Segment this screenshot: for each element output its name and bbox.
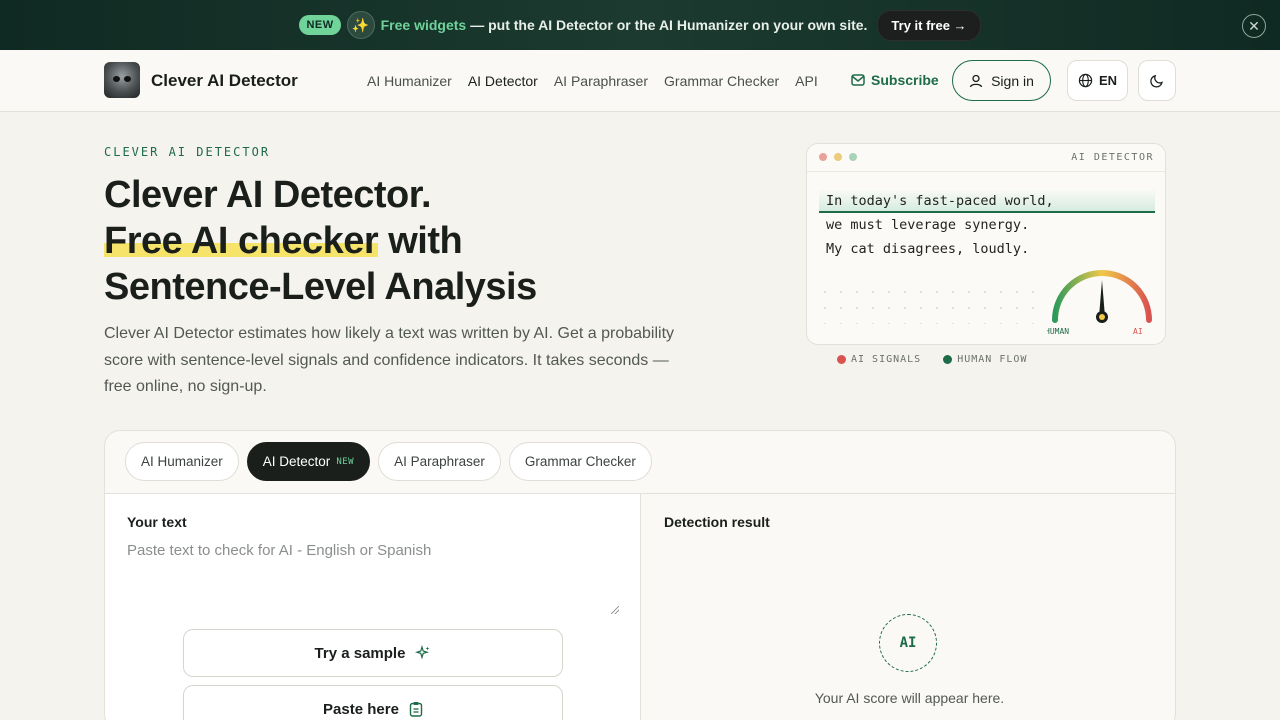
sign-in-label: Sign in [991, 72, 1034, 89]
dotted-background [817, 284, 1047, 324]
nav-link-ai-detector[interactable]: AI Detector [468, 73, 538, 89]
top-nav: Clever AI Detector AI Humanizer AI Detec… [0, 50, 1280, 112]
resize-handle-icon[interactable] [611, 606, 619, 614]
nav-links: AI Humanizer AI Detector AI Paraphraser … [367, 73, 818, 89]
legend-human-flow: HUMAN FLOW [943, 354, 1027, 365]
announcement-highlight[interactable]: Free widgets [381, 17, 467, 33]
gauge-label-human: HUMAN [1047, 327, 1069, 336]
sign-in-button[interactable]: Sign in [952, 60, 1051, 101]
legend-swatch-human [943, 355, 953, 364]
result-column: Detection result AI Your AI score will a… [642, 494, 1175, 720]
subscribe-label: Subscribe [871, 72, 939, 88]
window-dot-red [819, 153, 827, 161]
theme-toggle[interactable] [1138, 60, 1176, 101]
try-sample-label: Try a sample [314, 644, 406, 662]
ai-score-placeholder-icon: AI [879, 614, 937, 672]
demo-line-flagged: In today's fast-paced world, [819, 189, 1155, 213]
nav-link-api[interactable]: API [795, 73, 818, 89]
tool-panel: AI Humanizer AI Detector NEW AI Paraphra… [104, 430, 1176, 720]
subscribe-link[interactable]: Subscribe [851, 72, 939, 88]
new-badge: NEW [336, 456, 355, 467]
globe-icon [1078, 73, 1093, 88]
announcement-message: — put the AI Detector or the AI Humanize… [470, 17, 868, 33]
tab-ai-detector-label: AI Detector [262, 454, 331, 469]
tool-tabs: AI Humanizer AI Detector NEW AI Paraphra… [125, 442, 652, 481]
mail-icon [851, 74, 865, 86]
nav-link-ai-paraphraser[interactable]: AI Paraphraser [554, 73, 648, 89]
announcement-bar: NEW ✨ Free widgets — put the AI Detector… [0, 0, 1280, 50]
legend-label-ai: AI SIGNALS [851, 354, 922, 365]
hero-title-line3: Sentence-Level Analysis [104, 266, 537, 308]
text-input[interactable] [127, 542, 619, 616]
gauge-label-ai: AI [1133, 327, 1143, 336]
result-label: Detection result [664, 514, 770, 530]
clipboard-icon [409, 702, 423, 717]
input-column: Your text Try a sample Paste here [105, 494, 641, 720]
sparkles-icon: ✨ [346, 11, 375, 39]
demo-card-title: AI DETECTOR [1071, 152, 1154, 163]
hero-eyebrow: CLEVER AI DETECTOR [104, 145, 271, 159]
legend-ai-signals: AI SIGNALS [837, 354, 921, 365]
tab-ai-humanizer[interactable]: AI Humanizer [125, 442, 239, 481]
close-icon[interactable]: ✕ [1242, 14, 1266, 38]
moon-icon [1149, 74, 1163, 88]
hero-title-highlight: Free AI checker [104, 220, 379, 262]
demo-line: My cat disagrees, loudly. [826, 241, 1030, 257]
window-dot-green [849, 153, 857, 161]
tab-ai-detector[interactable]: AI Detector NEW [246, 442, 371, 481]
hero-title-line1: Clever AI Detector. [104, 174, 432, 216]
hero-subtitle: Clever AI Detector estimates how likely … [104, 325, 675, 395]
tab-grammar-checker[interactable]: Grammar Checker [508, 442, 652, 481]
demo-line: we must leverage synergy. [826, 217, 1030, 233]
legend-swatch-ai [837, 355, 846, 364]
demo-text-lines: In today's fast-paced world, we must lev… [807, 189, 1165, 261]
new-badge: NEW [299, 15, 341, 35]
language-selector[interactable]: EN [1067, 60, 1128, 101]
demo-card-header: AI DETECTOR [807, 144, 1165, 172]
result-hint: Your AI score will appear here. [814, 690, 1005, 706]
nav-link-ai-humanizer[interactable]: AI Humanizer [367, 73, 452, 89]
sparkle-icon [415, 645, 430, 660]
hero-title-line2: with [378, 220, 463, 262]
logo-icon[interactable] [104, 62, 140, 98]
demo-legend: AI SIGNALS HUMAN FLOW [837, 354, 1027, 365]
language-label: EN [1098, 73, 1118, 88]
window-dot-yellow [834, 153, 842, 161]
tab-ai-paraphraser[interactable]: AI Paraphraser [378, 442, 501, 481]
detector-demo-card: AI DETECTOR In today's fast-paced world,… [806, 143, 1166, 345]
nav-link-grammar-checker[interactable]: Grammar Checker [664, 73, 779, 89]
ai-gauge: HUMAN AI [1047, 270, 1152, 336]
hero-title: Clever AI Detector. Free AI checker with… [104, 172, 537, 310]
paste-here-button[interactable]: Paste here [183, 685, 563, 720]
paste-here-label: Paste here [323, 700, 399, 718]
legend-label-human: HUMAN FLOW [957, 354, 1028, 365]
try-it-free-button[interactable]: Try it free → [877, 9, 981, 41]
input-label: Your text [127, 514, 187, 530]
brand-name[interactable]: Clever AI Detector [151, 71, 298, 91]
try-sample-button[interactable]: Try a sample [183, 629, 563, 677]
user-icon [969, 74, 983, 87]
